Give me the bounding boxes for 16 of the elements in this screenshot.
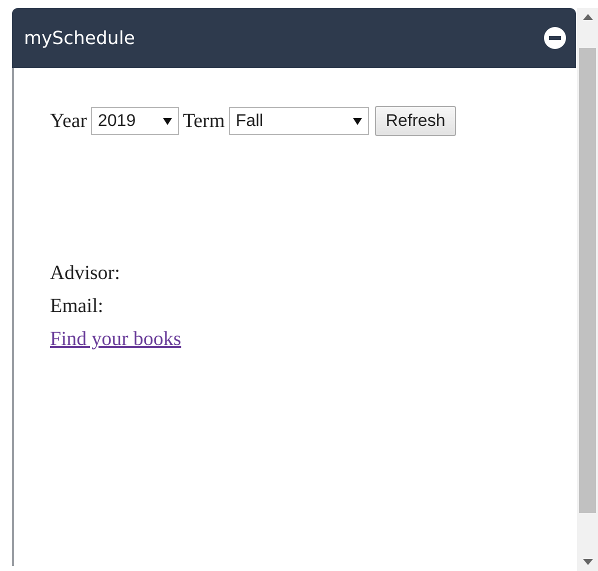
panel-title: mySchedule — [24, 28, 135, 48]
scroll-down-icon[interactable] — [582, 559, 593, 565]
caret-icon — [162, 118, 172, 124]
scroll-up-icon[interactable] — [582, 14, 593, 20]
scrollbar[interactable] — [577, 8, 598, 571]
term-label: Term — [182, 110, 225, 132]
caret-icon — [352, 118, 362, 124]
find-books-link[interactable]: Find your books — [50, 326, 182, 353]
refresh-button[interactable]: Refresh — [374, 106, 456, 136]
year-select[interactable]: 2019 — [90, 107, 179, 135]
term-select[interactable]: Fall — [228, 107, 369, 135]
year-label: Year — [50, 110, 87, 132]
collapse-icon[interactable] — [544, 27, 566, 49]
scroll-thumb[interactable] — [579, 48, 596, 513]
advisor-label: Advisor: — [50, 261, 121, 286]
email-label: Email: — [50, 294, 104, 319]
